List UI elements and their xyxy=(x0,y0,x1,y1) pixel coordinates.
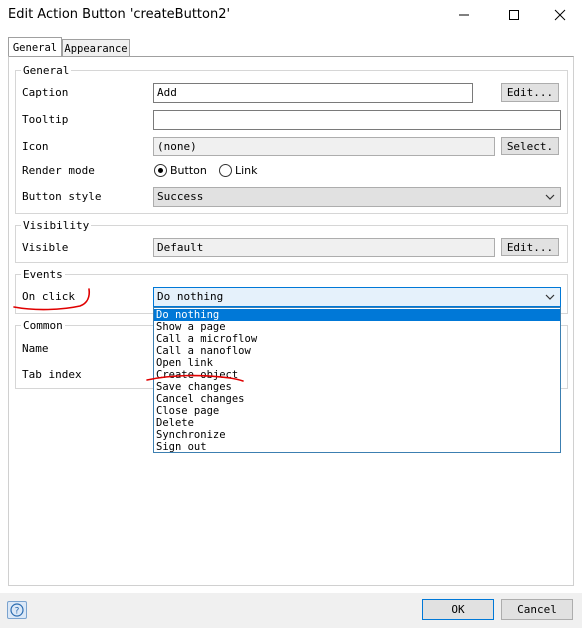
dialog-footer: ? OK Cancel xyxy=(0,593,582,628)
help-button[interactable]: ? xyxy=(7,601,27,619)
ok-button[interactable]: OK xyxy=(422,599,494,620)
help-icon: ? xyxy=(10,603,24,617)
red-annotation-marks xyxy=(13,288,244,382)
svg-text:?: ? xyxy=(15,607,20,617)
cancel-button[interactable]: Cancel xyxy=(501,599,573,620)
